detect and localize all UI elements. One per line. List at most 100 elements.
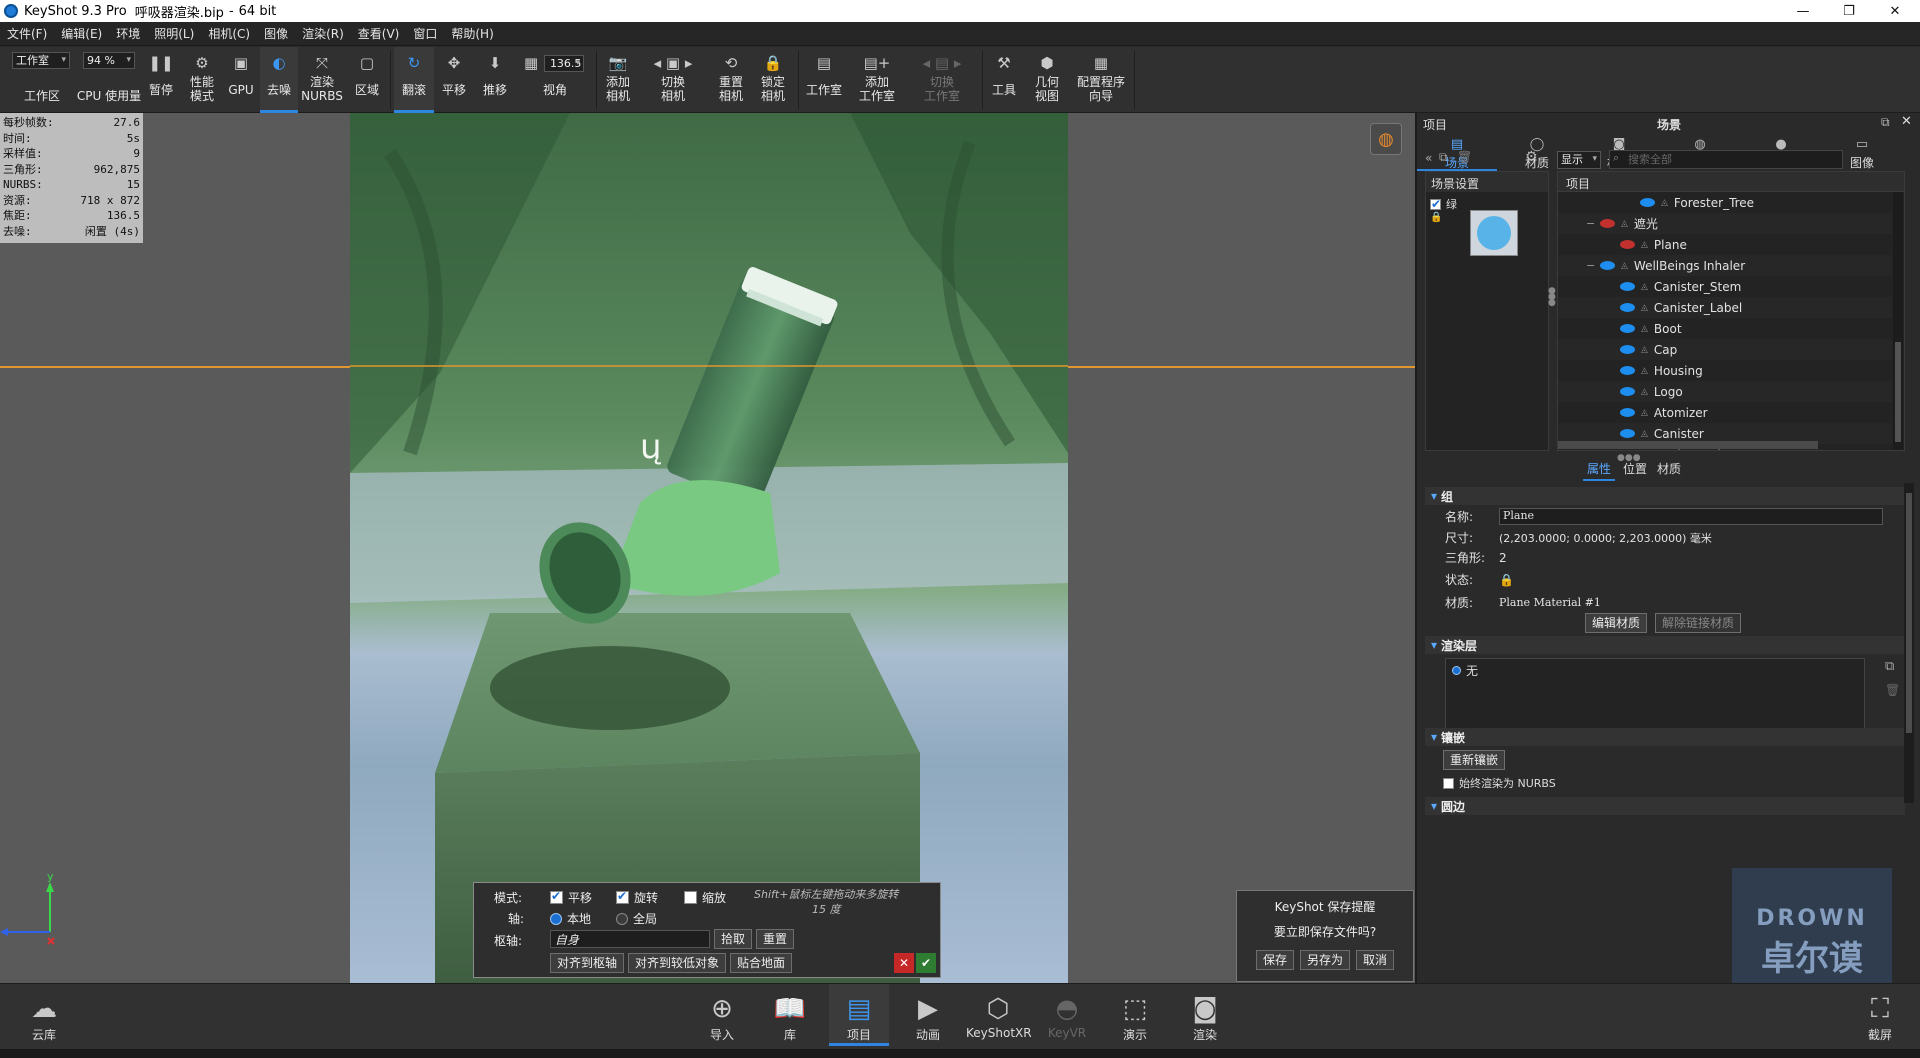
- delete-layer-icon[interactable]: 🗑: [1885, 683, 1900, 697]
- visibility-eye-icon[interactable]: [1620, 345, 1635, 354]
- model-set-thumbnail[interactable]: [1470, 210, 1518, 256]
- global-radio[interactable]: 全局: [616, 910, 657, 927]
- local-radio[interactable]: 本地: [550, 910, 591, 927]
- cloud-library-button[interactable]: ☁ 云库: [14, 984, 74, 1046]
- geometry-view-button[interactable]: ⬢ 几何 视图: [1028, 47, 1066, 113]
- screenshot-button[interactable]: ⛶ 截屏: [1850, 984, 1910, 1046]
- visibility-eye-icon[interactable]: [1620, 240, 1635, 249]
- tree-item[interactable]: − ◬ WellBeings Inhaler: [1558, 255, 1892, 276]
- render-layer-header[interactable]: ▾ 渲染层: [1425, 636, 1905, 654]
- tree-scrollbar[interactable]: [1893, 192, 1903, 450]
- minimize-icon[interactable]: —: [1780, 0, 1826, 22]
- tree-item[interactable]: ◬ Forester_Tree: [1558, 192, 1892, 213]
- switch-studio-button[interactable]: ◂ ▤ ▸ 切换 工作室: [912, 47, 972, 113]
- tree-item[interactable]: ◬ Atomizer: [1558, 402, 1892, 423]
- delete-icon[interactable]: 🗑: [1457, 150, 1472, 164]
- visibility-eye-icon[interactable]: [1620, 303, 1635, 312]
- always-nurbs-checkbox[interactable]: 始终渲染为 NURBS: [1443, 775, 1556, 791]
- panel-close-icon[interactable]: ✕: [1901, 114, 1912, 129]
- state-lock-icon[interactable]: 🔒: [1499, 573, 1514, 587]
- tumble-button[interactable]: ↻ 翻滚: [394, 47, 434, 113]
- visibility-eye-icon[interactable]: [1640, 198, 1655, 207]
- collapse-icon[interactable]: «: [1425, 151, 1432, 165]
- switch-camera-button[interactable]: ◂ ▣ ▸ 切换 相机: [648, 47, 698, 113]
- render-nurbs-button[interactable]: ⤧ 渲染 NURBS: [300, 47, 344, 113]
- visibility-eye-icon[interactable]: [1620, 429, 1635, 438]
- render-image[interactable]: ų: [350, 113, 1068, 983]
- import-button[interactable]: ⊕ 导入: [692, 984, 752, 1046]
- tree-item[interactable]: ◬ Logo: [1558, 381, 1892, 402]
- unlink-material-button[interactable]: 解除链接材质: [1655, 613, 1742, 633]
- tree-item[interactable]: ◬ Cap: [1558, 339, 1892, 360]
- close-icon[interactable]: ✕: [1872, 0, 1918, 22]
- menu-lighting[interactable]: 照明(L): [147, 25, 201, 42]
- name-field[interactable]: Plane: [1499, 508, 1883, 525]
- menu-environment[interactable]: 环境: [109, 25, 147, 42]
- add-camera-button[interactable]: 📷 添加 相机: [598, 47, 638, 113]
- tools-button[interactable]: ⚒ 工具: [986, 47, 1022, 113]
- model-set-checkbox[interactable]: 绿: [1430, 196, 1457, 212]
- add-group-icon[interactable]: ⧉: [1439, 150, 1448, 165]
- expand-toggle-icon[interactable]: −: [1586, 217, 1598, 230]
- cancel-transform-icon[interactable]: ✕: [894, 953, 914, 973]
- tree-item[interactable]: ◬ Canister_Label: [1558, 297, 1892, 318]
- confirm-transform-icon[interactable]: ✔: [916, 953, 936, 973]
- round-edges-header[interactable]: ▾ 圆边: [1425, 797, 1905, 815]
- fov-input[interactable]: 136.5: [544, 54, 585, 72]
- translate-checkbox[interactable]: 平移: [550, 889, 592, 906]
- menu-help[interactable]: 帮助(H): [444, 25, 500, 42]
- add-studio-button[interactable]: ▤+ 添加 工作室: [852, 47, 902, 113]
- visibility-eye-icon[interactable]: [1620, 387, 1635, 396]
- visibility-eye-icon[interactable]: [1600, 219, 1615, 228]
- tree-hscrollbar[interactable]: [1558, 441, 1818, 449]
- render-button[interactable]: ◙ 渲染: [1175, 984, 1235, 1046]
- subtab-properties[interactable]: 属性: [1583, 460, 1616, 481]
- display-select[interactable]: 显示: [1557, 151, 1601, 169]
- lock-camera-button[interactable]: 🔒 锁定 相机: [754, 47, 792, 113]
- align-lower-button[interactable]: 对齐到较低对象: [628, 953, 727, 973]
- visibility-eye-icon[interactable]: [1620, 408, 1635, 417]
- visibility-eye-icon[interactable]: [1620, 324, 1635, 333]
- add-layer-icon[interactable]: ⧉: [1885, 659, 1894, 674]
- render-layer-item[interactable]: 无: [1446, 659, 1864, 682]
- rotate-checkbox[interactable]: 旋转: [616, 889, 658, 906]
- edit-material-button[interactable]: 编辑材质: [1585, 613, 1648, 633]
- studio-button[interactable]: ▤ 工作室: [802, 47, 846, 113]
- menu-render[interactable]: 渲染(R): [295, 25, 351, 42]
- maximize-icon[interactable]: ❐: [1826, 0, 1872, 22]
- splitter-handle-icon[interactable]: ● ● ●: [1548, 287, 1556, 308]
- tree-item[interactable]: ◬ Boot: [1558, 318, 1892, 339]
- lock-icon[interactable]: 🔒: [1430, 212, 1442, 223]
- pan-button[interactable]: ✥ 平移: [436, 47, 472, 113]
- reset-pivot-button[interactable]: 重置: [756, 929, 795, 949]
- cancel-button[interactable]: 取消: [1356, 950, 1395, 970]
- undock-icon[interactable]: ⧉: [1881, 115, 1890, 130]
- visibility-eye-icon[interactable]: [1600, 261, 1615, 270]
- properties-scrollbar[interactable]: [1904, 483, 1914, 803]
- expand-toggle-icon[interactable]: −: [1586, 259, 1598, 272]
- library-button[interactable]: 📖 库: [760, 984, 820, 1046]
- settings-gear-icon[interactable]: ⚙: [1525, 149, 1538, 165]
- snap-ground-button[interactable]: 贴合地面: [730, 953, 793, 973]
- dolly-button[interactable]: ⬇ 推移: [476, 47, 514, 113]
- pause-button[interactable]: ❚❚ 暂停: [145, 47, 177, 113]
- fov-control[interactable]: ▦136.5视角: [520, 47, 590, 113]
- keyshotxr-button[interactable]: ⬡ KeyShotXR: [966, 984, 1032, 1046]
- search-input[interactable]: 搜索全部: [1609, 150, 1843, 169]
- present-button[interactable]: ⬚ 演示: [1105, 984, 1165, 1046]
- denoise-button[interactable]: ◐ 去噪: [260, 47, 298, 113]
- cpu-usage-button[interactable]: CPU 使用量: [76, 47, 142, 113]
- workspace-button[interactable]: 工作区: [10, 47, 74, 113]
- scale-checkbox[interactable]: 缩放: [684, 889, 726, 906]
- menu-edit[interactable]: 编辑(E): [54, 25, 109, 42]
- gpu-button[interactable]: ▣ GPU: [224, 47, 258, 113]
- tree-item[interactable]: ◬ Canister_Stem: [1558, 276, 1892, 297]
- subtab-position[interactable]: 位置: [1623, 460, 1647, 477]
- menu-camera[interactable]: 相机(C): [201, 25, 257, 42]
- pick-button[interactable]: 拾取: [714, 929, 753, 949]
- save-as-button[interactable]: 另存为: [1299, 950, 1350, 970]
- menu-image[interactable]: 图像: [257, 25, 295, 42]
- menu-view[interactable]: 查看(V): [351, 25, 407, 42]
- keyvr-button[interactable]: ◓ KeyVR: [1037, 984, 1097, 1046]
- animation-button[interactable]: ▶ 动画: [898, 984, 958, 1046]
